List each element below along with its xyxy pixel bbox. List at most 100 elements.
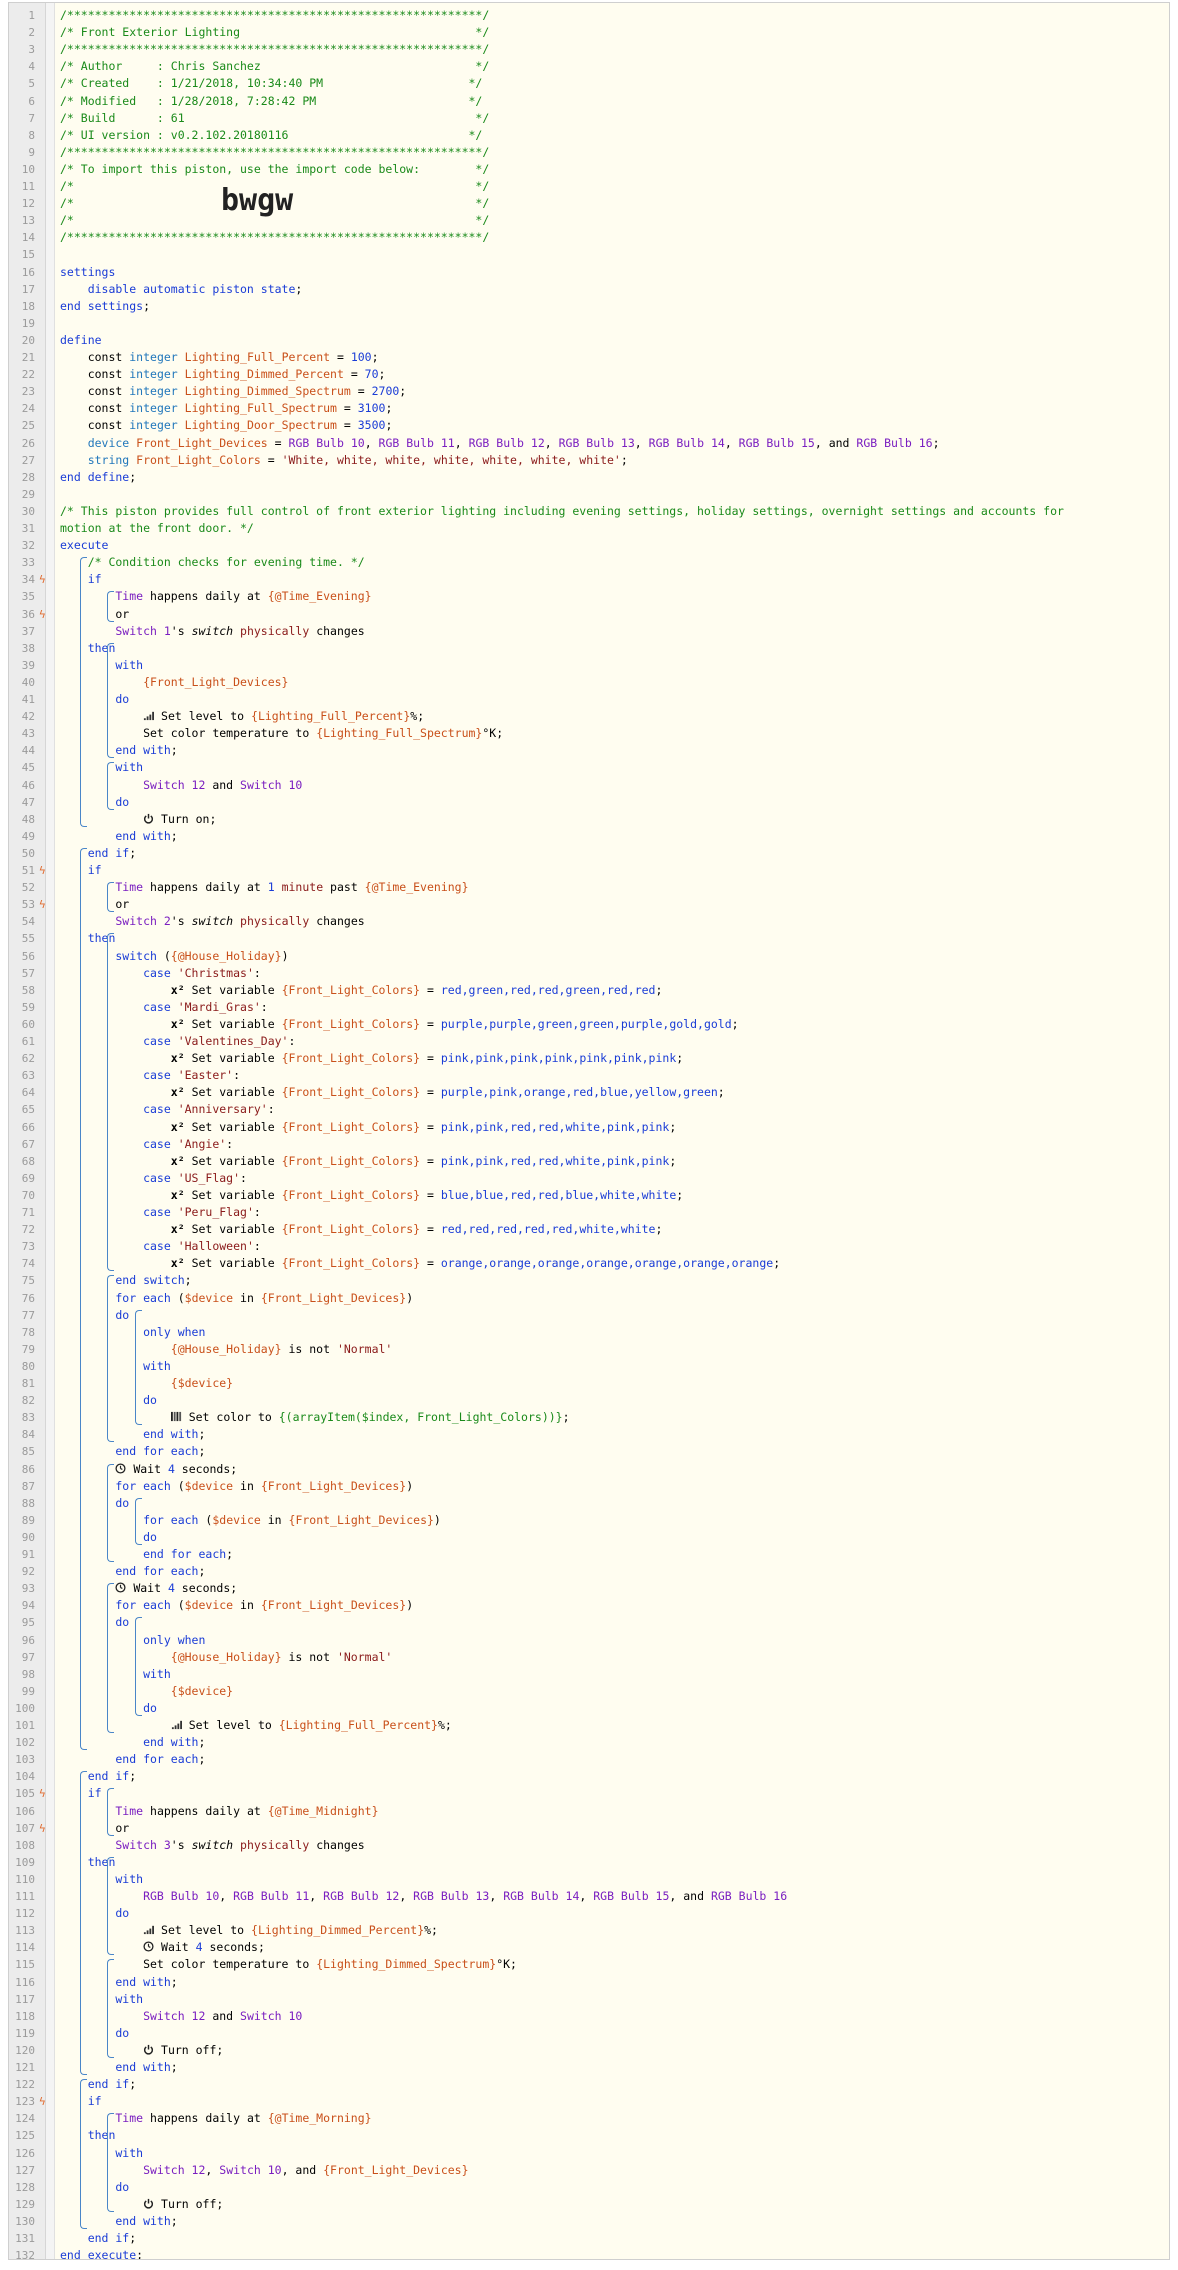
code-line[interactable]: 1 /**************************************…: [9, 7, 1169, 24]
code-line[interactable]: 24 const integer Lighting_Full_Spectrum …: [9, 400, 1169, 417]
code-line[interactable]: 28 end define;: [9, 469, 1169, 486]
code-line[interactable]: 55 then: [9, 930, 1169, 947]
code-line[interactable]: 117 with: [9, 1991, 1169, 2008]
code-line[interactable]: 47 do: [9, 794, 1169, 811]
code-line[interactable]: 102 end with;: [9, 1734, 1169, 1751]
code-line[interactable]: 34 ϟ if: [9, 571, 1169, 588]
code-line[interactable]: 52 Time happens daily at 1 minute past {…: [9, 879, 1169, 896]
code-line[interactable]: 115 Set color temperature to {Lighting_D…: [9, 1956, 1169, 1973]
code-line[interactable]: 90 do: [9, 1529, 1169, 1546]
code-line[interactable]: 37 Switch 1's switch physically changes: [9, 623, 1169, 640]
code-line[interactable]: 92 end for each;: [9, 1563, 1169, 1580]
code-line[interactable]: 125 then: [9, 2127, 1169, 2144]
code-line[interactable]: 12/* */: [9, 195, 1169, 212]
code-line[interactable]: 112 do: [9, 1905, 1169, 1922]
code-line[interactable]: 53 ϟ or: [9, 896, 1169, 913]
code-line[interactable]: 76 for each ($device in {Front_Light_Dev…: [9, 1290, 1169, 1307]
code-line[interactable]: 25 const integer Lighting_Door_Spectrum …: [9, 417, 1169, 434]
code-line[interactable]: 17 disable automatic piston state;: [9, 281, 1169, 298]
code-line[interactable]: 68 x² Set variable {Front_Light_Colors} …: [9, 1153, 1169, 1170]
code-line[interactable]: 49 end with;: [9, 828, 1169, 845]
code-line[interactable]: 60 x² Set variable {Front_Light_Colors} …: [9, 1016, 1169, 1033]
code-line[interactable]: 66 x² Set variable {Front_Light_Colors} …: [9, 1119, 1169, 1136]
code-line[interactable]: 126 with: [9, 2145, 1169, 2162]
code-line[interactable]: 95 do: [9, 1614, 1169, 1631]
code-line[interactable]: 59 case 'Mardi_Gras':: [9, 999, 1169, 1016]
code-line[interactable]: 54 Switch 2's switch physically changes: [9, 913, 1169, 930]
code-line[interactable]: 26 device Front_Light_Devices = RGB Bulb…: [9, 435, 1169, 452]
code-line[interactable]: 73 case 'Halloween':: [9, 1238, 1169, 1255]
code-line[interactable]: 62 x² Set variable {Front_Light_Colors} …: [9, 1050, 1169, 1067]
code-line[interactable]: 3 /**************************************…: [9, 41, 1169, 58]
code-line[interactable]: 100 do: [9, 1700, 1169, 1717]
code-line[interactable]: 99 {$device}: [9, 1683, 1169, 1700]
code-line[interactable]: 77 do: [9, 1307, 1169, 1324]
code-line[interactable]: 18 end settings;: [9, 298, 1169, 315]
code-line[interactable]: 48 Turn on;: [9, 811, 1169, 828]
code-line[interactable]: 33 /* Condition checks for evening time.…: [9, 554, 1169, 571]
code-line[interactable]: 108 Switch 3's switch physically changes: [9, 1837, 1169, 1854]
code-line[interactable]: 10 /* To import this piston, use the impo…: [9, 161, 1169, 178]
code-line[interactable]: 40 {Front_Light_Devices}: [9, 674, 1169, 691]
code-line[interactable]: 64 x² Set variable {Front_Light_Colors} …: [9, 1084, 1169, 1101]
code-line[interactable]: 58 x² Set variable {Front_Light_Colors} …: [9, 982, 1169, 999]
code-line[interactable]: 23 const integer Lighting_Dimmed_Spectru…: [9, 383, 1169, 400]
code-line[interactable]: 127 Switch 12, Switch 10, and {Front_Lig…: [9, 2162, 1169, 2179]
code-line[interactable]: 106 Time happens daily at {@Time_Midnigh…: [9, 1803, 1169, 1820]
code-line[interactable]: 63 case 'Easter':: [9, 1067, 1169, 1084]
code-line[interactable]: 113 Set level to {Lighting_Dimmed_Percen…: [9, 1922, 1169, 1939]
code-line[interactable]: 22 const integer Lighting_Dimmed_Percent…: [9, 366, 1169, 383]
code-line[interactable]: 81 {$device}: [9, 1375, 1169, 1392]
code-line[interactable]: 32 execute: [9, 537, 1169, 554]
code-line[interactable]: 118 Switch 12 and Switch 10: [9, 2008, 1169, 2025]
code-line[interactable]: 5 /* Created : 1/21/2018, 10:34:40 PM */: [9, 75, 1169, 92]
import-code[interactable]: bwgw: [221, 183, 293, 218]
code-line[interactable]: 72 x² Set variable {Front_Light_Colors} …: [9, 1221, 1169, 1238]
code-line[interactable]: 82 do: [9, 1392, 1169, 1409]
code-line[interactable]: 8 /* UI version : v0.2.102.20180116 */: [9, 127, 1169, 144]
code-line[interactable]: 94 for each ($device in {Front_Light_Dev…: [9, 1597, 1169, 1614]
code-line[interactable]: 129 Turn off;: [9, 2196, 1169, 2213]
code-line[interactable]: 20 define: [9, 332, 1169, 349]
code-line[interactable]: 2 /* Front Exterior Lighting */: [9, 24, 1169, 41]
code-line[interactable]: 51 ϟ if: [9, 862, 1169, 879]
code-line[interactable]: 39 with: [9, 657, 1169, 674]
code-line[interactable]: 98 with: [9, 1666, 1169, 1683]
code-line[interactable]: 105 ϟ if: [9, 1785, 1169, 1802]
code-line[interactable]: 57 case 'Christmas':: [9, 965, 1169, 982]
code-line[interactable]: 50 end if;: [9, 845, 1169, 862]
code-line[interactable]: 119 do: [9, 2025, 1169, 2042]
code-line[interactable]: 91 end for each;: [9, 1546, 1169, 1563]
code-line[interactable]: 35 Time happens daily at {@Time_Evening}: [9, 588, 1169, 605]
code-line[interactable]: 27 string Front_Light_Colors = 'White, w…: [9, 452, 1169, 469]
code-line[interactable]: 44 end with;: [9, 742, 1169, 759]
code-line[interactable]: 114 Wait 4 seconds;: [9, 1939, 1169, 1956]
code-line[interactable]: 43 Set color temperature to {Lighting_Fu…: [9, 725, 1169, 742]
code-line[interactable]: 128 do: [9, 2179, 1169, 2196]
code-line[interactable]: 124 Time happens daily at {@Time_Morning…: [9, 2110, 1169, 2127]
code-line[interactable]: 71 case 'Peru_Flag':: [9, 1204, 1169, 1221]
code-line[interactable]: 38 then: [9, 640, 1169, 657]
code-line[interactable]: 67 case 'Angie':: [9, 1136, 1169, 1153]
code-line[interactable]: 29: [9, 486, 1169, 503]
code-line[interactable]: 88 do: [9, 1495, 1169, 1512]
code-line[interactable]: 87 for each ($device in {Front_Light_Dev…: [9, 1478, 1169, 1495]
code-line[interactable]: 104 end if;: [9, 1768, 1169, 1785]
code-line[interactable]: 7 /* Build : 61 */: [9, 110, 1169, 127]
code-line[interactable]: 36 ϟ or: [9, 606, 1169, 623]
code-line[interactable]: 19: [9, 315, 1169, 332]
code-line[interactable]: 4 /* Author : Chris Sanchez */: [9, 58, 1169, 75]
code-line[interactable]: 109 then: [9, 1854, 1169, 1871]
code-line[interactable]: 46 Switch 12 and Switch 10: [9, 777, 1169, 794]
code-line[interactable]: 21 const integer Lighting_Full_Percent =…: [9, 349, 1169, 366]
code-line[interactable]: 45 with: [9, 759, 1169, 776]
code-line[interactable]: 13/* */: [9, 212, 1169, 229]
code-line[interactable]: 83 Set color to {(arrayItem($index, Fron…: [9, 1409, 1169, 1426]
code-line[interactable]: 74 x² Set variable {Front_Light_Colors} …: [9, 1255, 1169, 1272]
code-line[interactable]: 11/* */: [9, 178, 1169, 195]
code-line[interactable]: 96 only when: [9, 1632, 1169, 1649]
code-line[interactable]: 123 ϟ if: [9, 2093, 1169, 2110]
code-line[interactable]: 122 end if;: [9, 2076, 1169, 2093]
code-line[interactable]: 61 case 'Valentines_Day':: [9, 1033, 1169, 1050]
code-line[interactable]: 65 case 'Anniversary':: [9, 1101, 1169, 1118]
